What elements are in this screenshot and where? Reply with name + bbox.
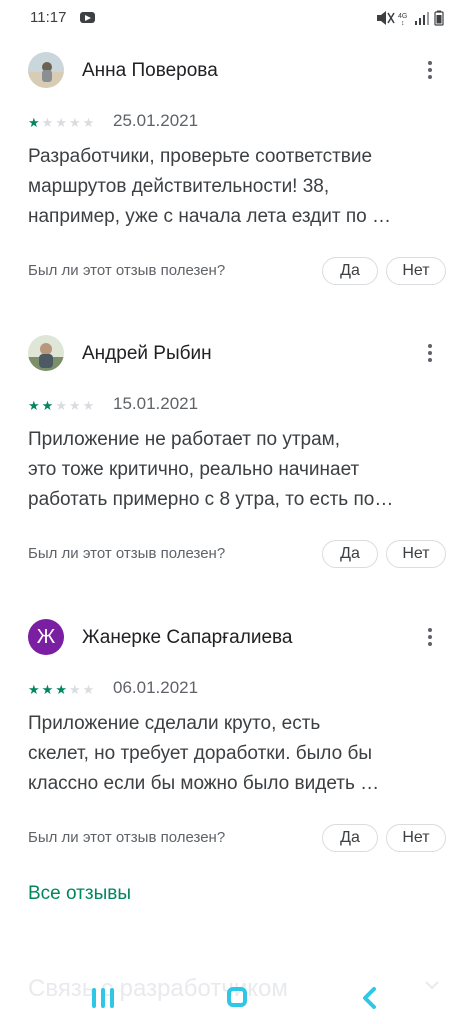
svg-text:↕: ↕ — [401, 20, 405, 26]
signal-icon — [415, 12, 429, 25]
review-text-line: скелет, но требует доработки. было бы — [28, 743, 372, 764]
all-reviews-link[interactable]: Все отзывы — [28, 883, 131, 905]
star-filled-icon: ★ — [55, 682, 67, 697]
helpful-yes-button[interactable]: Да — [322, 257, 378, 285]
review-date: 15.01.2021 — [113, 394, 199, 413]
avatar — [28, 52, 64, 88]
status-icons: 4G ↕ — [375, 10, 455, 26]
reviewer-name: Андрей Рыбин — [82, 343, 212, 364]
star-empty-icon: ★ — [82, 682, 95, 697]
review-text-line: например, уже с начала лета ездит по … — [28, 206, 391, 227]
recent-apps-icon[interactable] — [92, 988, 114, 1008]
star-empty-icon: ★ — [82, 398, 95, 413]
rating-stars: ★ ★ ★ ★ ★ — [28, 397, 96, 413]
helpful-yes-button[interactable]: Да — [322, 540, 378, 568]
home-icon[interactable] — [227, 987, 247, 1007]
star-filled-icon: ★ — [41, 398, 54, 413]
review-text-line: это тоже критично, реально начинает — [28, 459, 360, 480]
more-options-icon[interactable] — [420, 341, 440, 365]
review-text-line: Приложение сделали круто, есть — [28, 713, 321, 734]
helpful-no-button[interactable]: Нет — [386, 540, 446, 568]
svg-text:4G: 4G — [398, 13, 407, 20]
navigation-bar — [0, 976, 473, 1024]
star-empty-icon: ★ — [41, 115, 54, 130]
rating-stars: ★ ★ ★ ★ ★ — [28, 114, 96, 130]
review-text[interactable]: Приложение не работает по утрам, это тож… — [28, 425, 448, 515]
helpful-yes-button[interactable]: Да — [322, 824, 378, 852]
review-date: 25.01.2021 — [113, 111, 199, 130]
back-icon[interactable] — [360, 986, 378, 1010]
status-icons-svg: 4G ↕ — [377, 10, 444, 26]
review-text[interactable]: Приложение сделали круто, есть скелет, н… — [28, 709, 448, 799]
battery-icon — [434, 10, 444, 26]
review-date: 06.01.2021 — [113, 678, 199, 697]
review-text-line: классно если бы можно было видеть … — [28, 773, 380, 794]
status-time: 11:17 — [30, 9, 67, 26]
reviewer-name: Жанерке Сапарғалиева — [82, 627, 293, 648]
star-empty-icon: ★ — [68, 398, 81, 413]
star-empty-icon: ★ — [55, 398, 67, 413]
mute-icon — [377, 11, 395, 25]
helpful-question: Был ли этот отзыв полезен? — [28, 829, 226, 846]
avatar: Ж — [28, 619, 64, 655]
review-text[interactable]: Разработчики, проверьте соответствие мар… — [28, 142, 448, 232]
star-filled-icon: ★ — [28, 682, 40, 697]
more-options-icon[interactable] — [420, 625, 440, 649]
star-filled-icon: ★ — [41, 682, 54, 697]
star-empty-icon: ★ — [55, 115, 67, 130]
review-text-line: работать примерно с 8 утра, то есть по… — [28, 489, 394, 510]
star-empty-icon: ★ — [68, 115, 81, 130]
star-empty-icon: ★ — [68, 682, 81, 697]
4g-icon: 4G ↕ — [398, 13, 407, 26]
helpful-question: Был ли этот отзыв полезен? — [28, 545, 226, 562]
status-bar: 11:17 4G ↕ — [0, 0, 473, 36]
youtube-icon — [80, 12, 95, 23]
star-filled-icon: ★ — [28, 115, 40, 130]
helpful-no-button[interactable]: Нет — [386, 824, 446, 852]
review-text-line: Разработчики, проверьте соответствие — [28, 146, 373, 167]
reviewer-name: Анна Поверова — [82, 60, 218, 81]
rating-stars: ★ ★ ★ ★ ★ — [28, 681, 96, 697]
review-text-line: Приложение не работает по утрам, — [28, 429, 341, 450]
helpful-question: Был ли этот отзыв полезен? — [28, 262, 226, 279]
helpful-no-button[interactable]: Нет — [386, 257, 446, 285]
star-empty-icon: ★ — [82, 115, 95, 130]
avatar — [28, 335, 64, 371]
star-filled-icon: ★ — [28, 398, 40, 413]
review-text-line: маршрутов действительности! 38, — [28, 176, 330, 197]
more-options-icon[interactable] — [420, 58, 440, 82]
